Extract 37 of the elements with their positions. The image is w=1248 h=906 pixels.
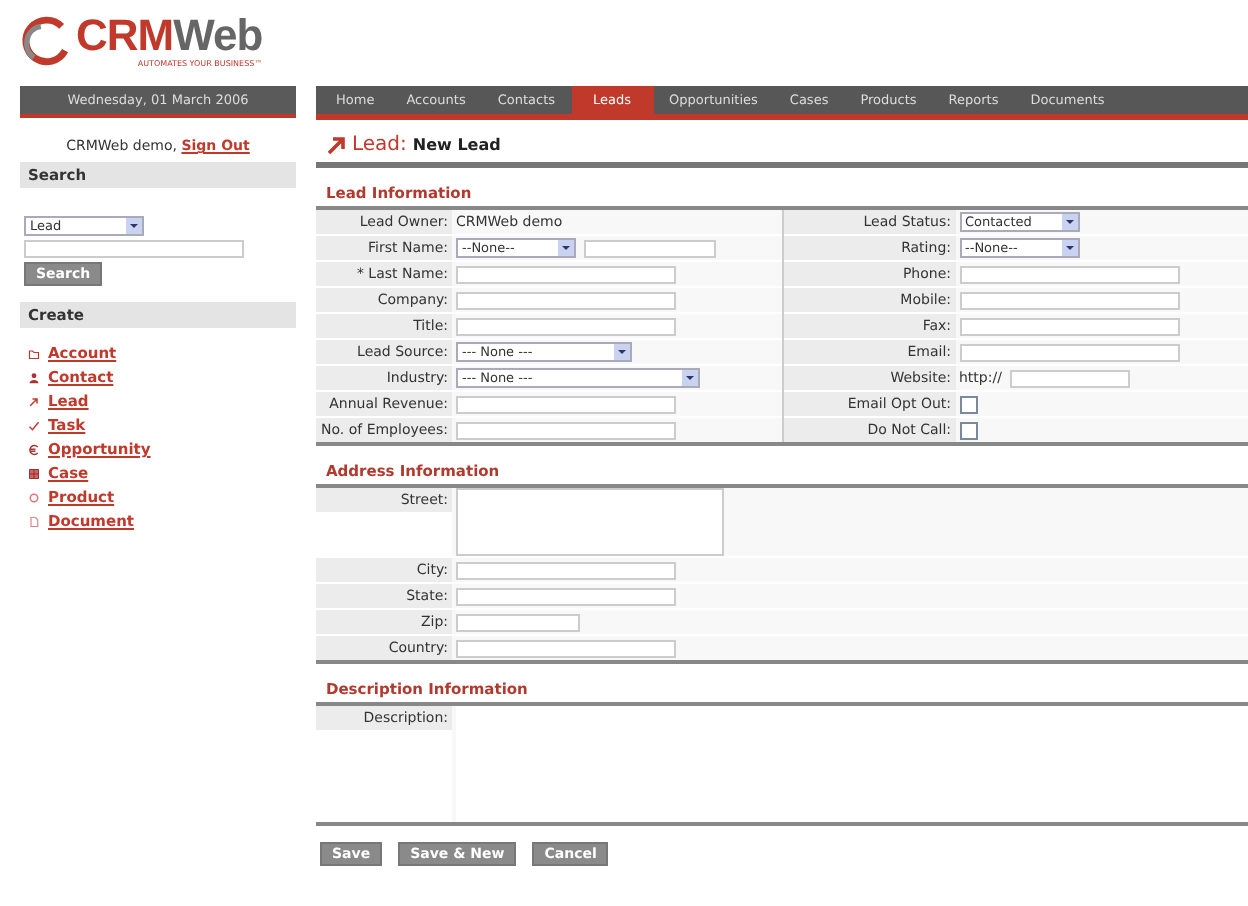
logo-wordmark: CRMWeb — [76, 14, 263, 58]
text-field[interactable] — [959, 291, 1179, 309]
dropdown-icon — [126, 218, 142, 234]
arrow-icon — [326, 135, 346, 155]
text-field[interactable] — [456, 639, 676, 657]
record-title: New Lead — [412, 136, 501, 154]
circle-icon — [28, 491, 40, 503]
search-field[interactable] — [24, 240, 244, 258]
dropdown-icon — [682, 370, 698, 386]
website-field[interactable] — [1009, 369, 1130, 387]
folder-icon — [28, 347, 40, 359]
text-field[interactable] — [456, 613, 580, 631]
text-field[interactable] — [959, 317, 1179, 335]
street-textarea[interactable] — [456, 488, 724, 556]
text-field[interactable] — [456, 317, 676, 335]
module-title: Lead: — [352, 134, 407, 156]
checkbox[interactable] — [959, 421, 977, 439]
text-field[interactable] — [959, 265, 1179, 283]
text-field[interactable] — [584, 239, 716, 257]
arrow-icon — [28, 395, 40, 407]
text-field[interactable] — [456, 395, 676, 413]
page-icon — [28, 515, 40, 527]
check-icon — [28, 419, 40, 431]
text-field[interactable] — [959, 343, 1179, 361]
text-field[interactable] — [456, 421, 676, 439]
euro-icon — [28, 443, 40, 455]
grid-icon — [28, 467, 40, 479]
text-field[interactable] — [456, 561, 676, 579]
dropdown-icon — [558, 240, 574, 256]
checkbox[interactable] — [959, 395, 977, 413]
description-textarea[interactable] — [456, 706, 1248, 822]
text-field[interactable] — [456, 265, 676, 283]
text-field[interactable] — [456, 291, 676, 309]
logo-swirl-icon — [20, 15, 72, 67]
dropdown-icon — [614, 344, 630, 360]
person-icon — [28, 371, 40, 383]
text-field[interactable] — [456, 587, 676, 605]
